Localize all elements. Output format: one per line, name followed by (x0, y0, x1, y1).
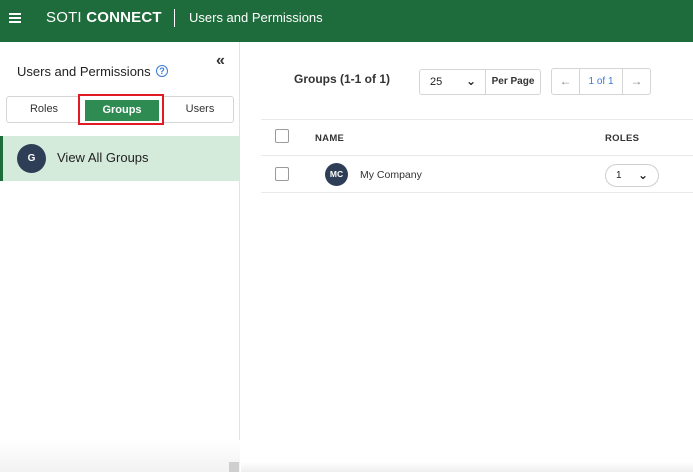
roles-dropdown[interactable]: 1 ⌄ (605, 164, 659, 187)
arrow-right-icon[interactable]: → (622, 69, 650, 94)
brand-logo: SOTI CONNECT (46, 9, 162, 26)
group-name[interactable]: My Company (360, 169, 422, 181)
sidebar: Users and Permissions ? « Roles Groups U… (0, 42, 240, 472)
column-header-roles[interactable]: ROLES (605, 133, 639, 144)
main-footer-fade (241, 462, 693, 472)
column-header-name[interactable]: NAME (315, 133, 344, 144)
tab-selector: Roles Groups Users (6, 94, 234, 125)
page-indicator: 1 of 1 (588, 76, 614, 87)
arrow-left-icon[interactable]: ← (552, 69, 580, 94)
main-content: Groups (1-1 of 1) 25 ⌄ Per Page ← 1 of 1… (241, 42, 693, 472)
select-all-checkbox[interactable] (275, 129, 289, 143)
help-circle-icon[interactable]: ? (156, 65, 168, 77)
per-page-control: 25 ⌄ Per Page (419, 69, 541, 95)
sidebar-item-label: View All Groups (57, 150, 149, 165)
header-divider (174, 9, 175, 27)
sidebar-title: Users and Permissions (17, 64, 151, 79)
roles-count: 1 (616, 170, 622, 181)
page-title: Users and Permissions (189, 10, 323, 25)
chevron-down-icon: ⌄ (466, 74, 477, 88)
table-header: NAME ROLES (261, 120, 693, 156)
app-header: SOTI CONNECT Users and Permissions (0, 0, 693, 42)
tab-groups[interactable]: Groups (78, 94, 167, 125)
pagination: ← 1 of 1 → (551, 68, 651, 95)
tab-roles[interactable]: Roles (7, 97, 81, 122)
double-chevron-left-icon[interactable]: « (216, 52, 225, 70)
table-row[interactable]: MC My Company 1 ⌄ (261, 156, 693, 193)
brand-light: SOTI (46, 9, 82, 26)
tab-users[interactable]: Users (167, 97, 233, 122)
per-page-value: 25 (430, 76, 443, 88)
chevron-down-icon: ⌄ (638, 168, 649, 182)
sidebar-item-view-all-groups[interactable]: G View All Groups (0, 136, 240, 181)
groups-count-title: Groups (1-1 of 1) (294, 72, 391, 86)
sidebar-scrollbar[interactable] (229, 462, 239, 472)
avatar: MC (325, 163, 348, 186)
hamburger-menu-icon[interactable] (9, 12, 23, 24)
per-page-label: Per Page (491, 76, 535, 87)
avatar: G (17, 144, 46, 173)
row-checkbox[interactable] (275, 167, 289, 181)
per-page-select[interactable]: 25 ⌄ (420, 70, 486, 94)
brand-bold: CONNECT (86, 9, 162, 26)
tab-groups-label[interactable]: Groups (85, 100, 159, 121)
sidebar-footer-fade (0, 440, 240, 472)
